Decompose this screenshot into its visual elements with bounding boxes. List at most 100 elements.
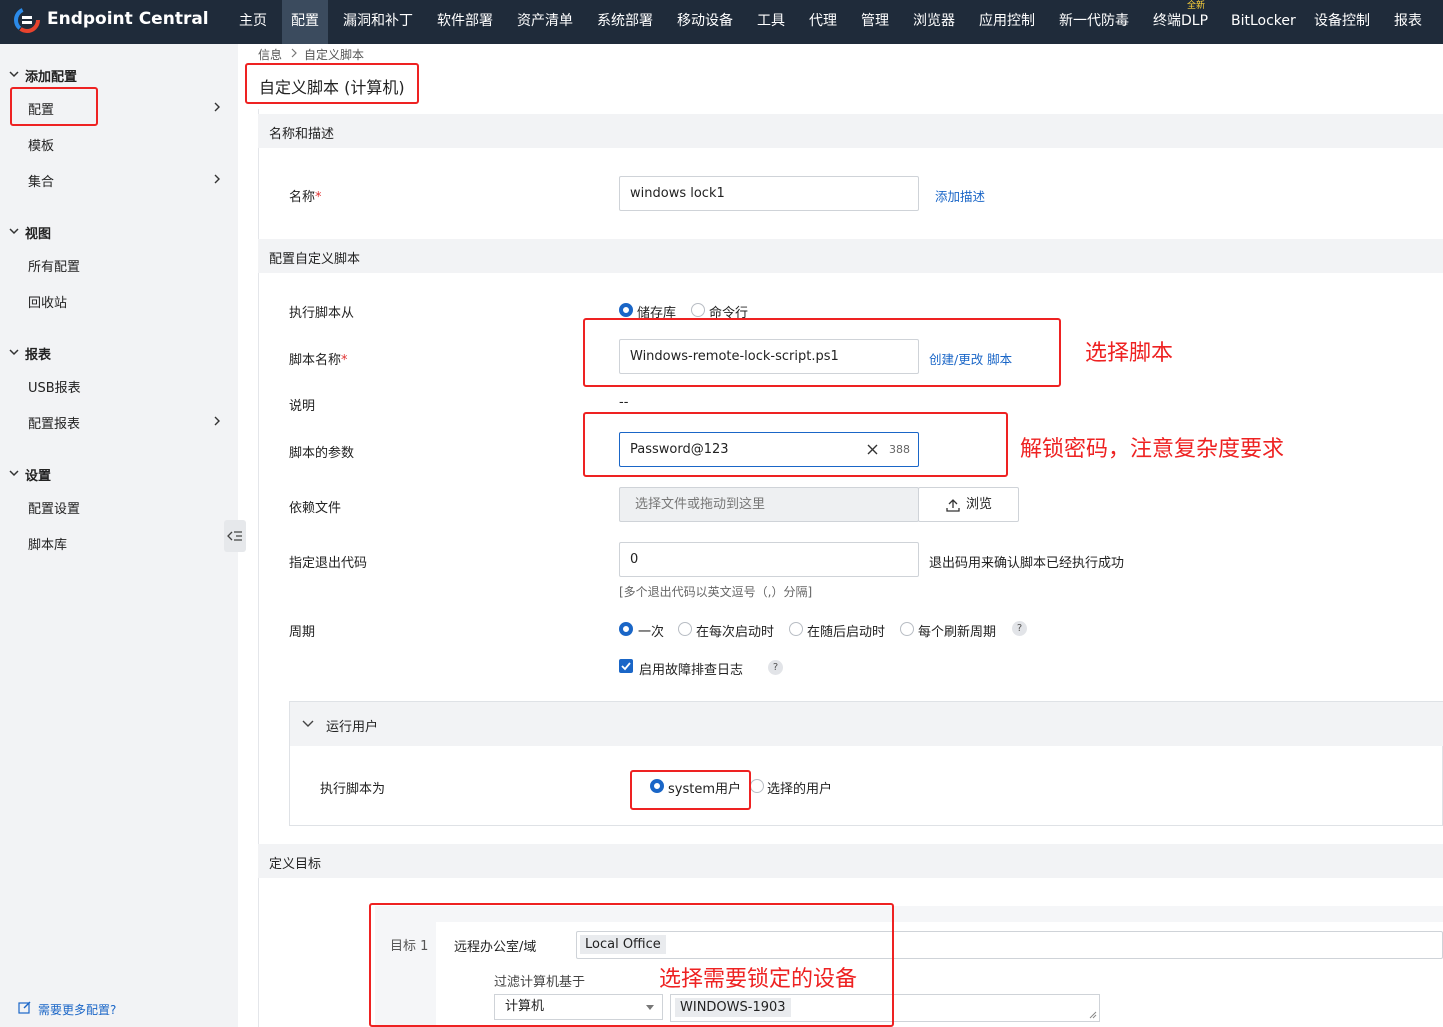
description-label: 说明 xyxy=(289,399,316,414)
exit-code-hint: [多个退出代码以英文逗号（,）分隔] xyxy=(619,585,813,599)
collapse-sidebar-icon xyxy=(227,531,242,541)
troubleshoot-log-checkbox[interactable] xyxy=(619,659,633,673)
breadcrumb-current: 自定义脚本 xyxy=(304,48,365,62)
annotation-select-script: 选择脚本 xyxy=(1085,341,1174,366)
chevron-right-icon[interactable] xyxy=(210,172,224,186)
help-icon[interactable]: ? xyxy=(768,660,783,675)
name-input[interactable]: windows lock1 xyxy=(619,176,919,211)
section-configure-script: 配置自定义脚本 xyxy=(258,239,1443,273)
description-value: -- xyxy=(619,395,629,410)
nav-item-app-control[interactable]: 应用控制 xyxy=(979,0,1035,44)
help-icon[interactable]: ? xyxy=(1012,621,1027,636)
sidebar-group-add-config[interactable]: 添加配置 xyxy=(25,66,77,85)
add-description-link[interactable]: 添加描述 xyxy=(935,186,985,205)
radio-every-refresh-label[interactable]: 每个刷新周期 xyxy=(918,621,996,640)
dependency-file-dropzone[interactable]: 选择文件或拖动到这里 xyxy=(619,487,919,522)
nav-item-next-gen-antivirus[interactable]: 新一代防毒 xyxy=(1059,0,1129,44)
annotation-box-page-title xyxy=(245,63,419,104)
section-define-target: 定义目标 xyxy=(258,844,1443,878)
sidebar-item-collections[interactable]: 集合 xyxy=(28,171,54,190)
browse-label: 浏览 xyxy=(966,497,993,512)
radio-every-refresh[interactable] xyxy=(900,622,914,636)
period-label: 周期 xyxy=(289,625,316,640)
radio-every-startup-label[interactable]: 在每次启动时 xyxy=(696,621,774,640)
sidebar-group-reports[interactable]: 报表 xyxy=(25,344,51,363)
upload-icon xyxy=(946,499,960,512)
sidebar-group-settings[interactable]: 设置 xyxy=(25,465,51,484)
nav-item-agent[interactable]: 代理 xyxy=(809,0,837,44)
chevron-down-icon[interactable] xyxy=(7,345,21,359)
nav-item-inventory[interactable]: 资产清单 xyxy=(517,0,573,44)
browse-button[interactable]: 浏览 xyxy=(918,487,1019,522)
nav-item-mobile-devices[interactable]: 移动设备 xyxy=(677,0,733,44)
sidebar-item-usb-reports[interactable]: USB报表 xyxy=(28,377,81,396)
nav-item-bitlocker[interactable]: BitLocker xyxy=(1231,0,1296,44)
script-name-label: 脚本名称* xyxy=(289,353,348,368)
sidebar-item-script-repository[interactable]: 脚本库 xyxy=(28,534,67,553)
resize-handle-icon[interactable] xyxy=(1089,1011,1097,1019)
exit-code-help: 退出码用来确认脚本已经执行成功 xyxy=(929,556,1125,571)
checkmark-icon xyxy=(621,662,631,671)
chevron-right-icon[interactable] xyxy=(210,100,224,114)
annotation-box-script xyxy=(583,318,1061,387)
section-title: 配置自定义脚本 xyxy=(269,252,361,267)
run-user-panel: 运行用户 xyxy=(289,701,1443,826)
annotation-select-device: 选择需要锁定的设备 xyxy=(659,967,858,992)
sidebar: 添加配置 配置 模板 集合 视图 所有配置 回收站 报表 USB报表 配置报表 … xyxy=(0,44,238,1027)
sidebar-collapse-handle[interactable] xyxy=(224,520,246,552)
section-title: 名称和描述 xyxy=(269,127,335,142)
edit-icon[interactable] xyxy=(18,1000,32,1014)
nav-item-software-deployment[interactable]: 软件部署 xyxy=(437,0,493,44)
radio-command-line[interactable] xyxy=(691,303,705,317)
run-user-title: 运行用户 xyxy=(326,720,379,735)
brand-name: Endpoint Central xyxy=(47,9,209,29)
nav-item-configurations[interactable]: 配置 xyxy=(282,0,328,44)
radio-repository[interactable] xyxy=(619,303,633,317)
nav-item-home[interactable]: 主页 xyxy=(239,0,267,44)
script-params-label: 脚本的参数 xyxy=(289,446,355,461)
endpoint-central-logo-icon xyxy=(14,7,40,33)
radio-once[interactable] xyxy=(619,622,633,636)
radio-selected-user-label[interactable]: 选择的用户 xyxy=(767,778,832,797)
annotation-box-password xyxy=(583,412,1008,477)
nav-item-browsers[interactable]: 浏览器 xyxy=(913,0,955,44)
sidebar-item-all-configurations[interactable]: 所有配置 xyxy=(28,256,80,275)
nav-item-tools[interactable]: 工具 xyxy=(757,0,785,44)
exec-as-label: 执行脚本为 xyxy=(320,782,386,797)
annotation-unlock-password: 解锁密码，注意复杂度要求 xyxy=(1020,437,1285,462)
nav-item-reports[interactable]: 报表 xyxy=(1394,0,1422,44)
name-label: 名称* xyxy=(289,190,322,205)
annotation-box-configuration xyxy=(10,87,98,126)
radio-next-startup-label[interactable]: 在随后启动时 xyxy=(807,621,885,640)
sidebar-item-config-settings[interactable]: 配置设置 xyxy=(28,498,80,517)
section-title: 定义目标 xyxy=(269,857,322,872)
nav-item-threats-patches[interactable]: 漏洞和补丁 xyxy=(343,0,413,44)
chevron-down-icon[interactable] xyxy=(7,67,21,81)
chevron-right-icon[interactable] xyxy=(210,414,224,428)
exec-from-label: 执行脚本从 xyxy=(289,306,355,321)
top-nav-bar: Endpoint Central 主页 配置 漏洞和补丁 软件部署 资产清单 系… xyxy=(0,0,1443,44)
radio-once-label[interactable]: 一次 xyxy=(638,621,664,640)
breadcrumb-separator-icon xyxy=(291,48,297,58)
dependency-label: 依赖文件 xyxy=(289,501,342,516)
radio-every-startup[interactable] xyxy=(678,622,692,636)
sidebar-item-recycle-bin[interactable]: 回收站 xyxy=(28,292,67,311)
exit-code-input[interactable]: 0 xyxy=(619,542,919,577)
sidebar-item-templates[interactable]: 模板 xyxy=(28,135,54,154)
sidebar-item-config-reports[interactable]: 配置报表 xyxy=(28,413,80,432)
chevron-down-icon[interactable] xyxy=(7,224,21,238)
troubleshoot-log-label[interactable]: 启用故障排查日志 xyxy=(639,659,743,678)
sidebar-group-views[interactable]: 视图 xyxy=(25,223,51,242)
radio-selected-user[interactable] xyxy=(750,779,764,793)
chevron-down-icon[interactable] xyxy=(7,466,21,480)
radio-next-startup[interactable] xyxy=(789,622,803,636)
breadcrumb-parent[interactable]: 信息 xyxy=(258,46,282,63)
nav-item-endpoint-dlp[interactable]: 终端DLP xyxy=(1153,0,1208,44)
section-name-description: 名称和描述 xyxy=(258,114,1443,148)
nav-item-admin[interactable]: 管理 xyxy=(861,0,889,44)
need-more-config-link[interactable]: 需要更多配置? xyxy=(38,1001,116,1018)
nav-item-os-deployment[interactable]: 系统部署 xyxy=(597,0,653,44)
nav-item-device-control[interactable]: 设备控制 xyxy=(1314,0,1370,44)
run-user-panel-header[interactable]: 运行用户 xyxy=(290,702,1443,746)
chevron-down-icon[interactable] xyxy=(301,717,315,731)
